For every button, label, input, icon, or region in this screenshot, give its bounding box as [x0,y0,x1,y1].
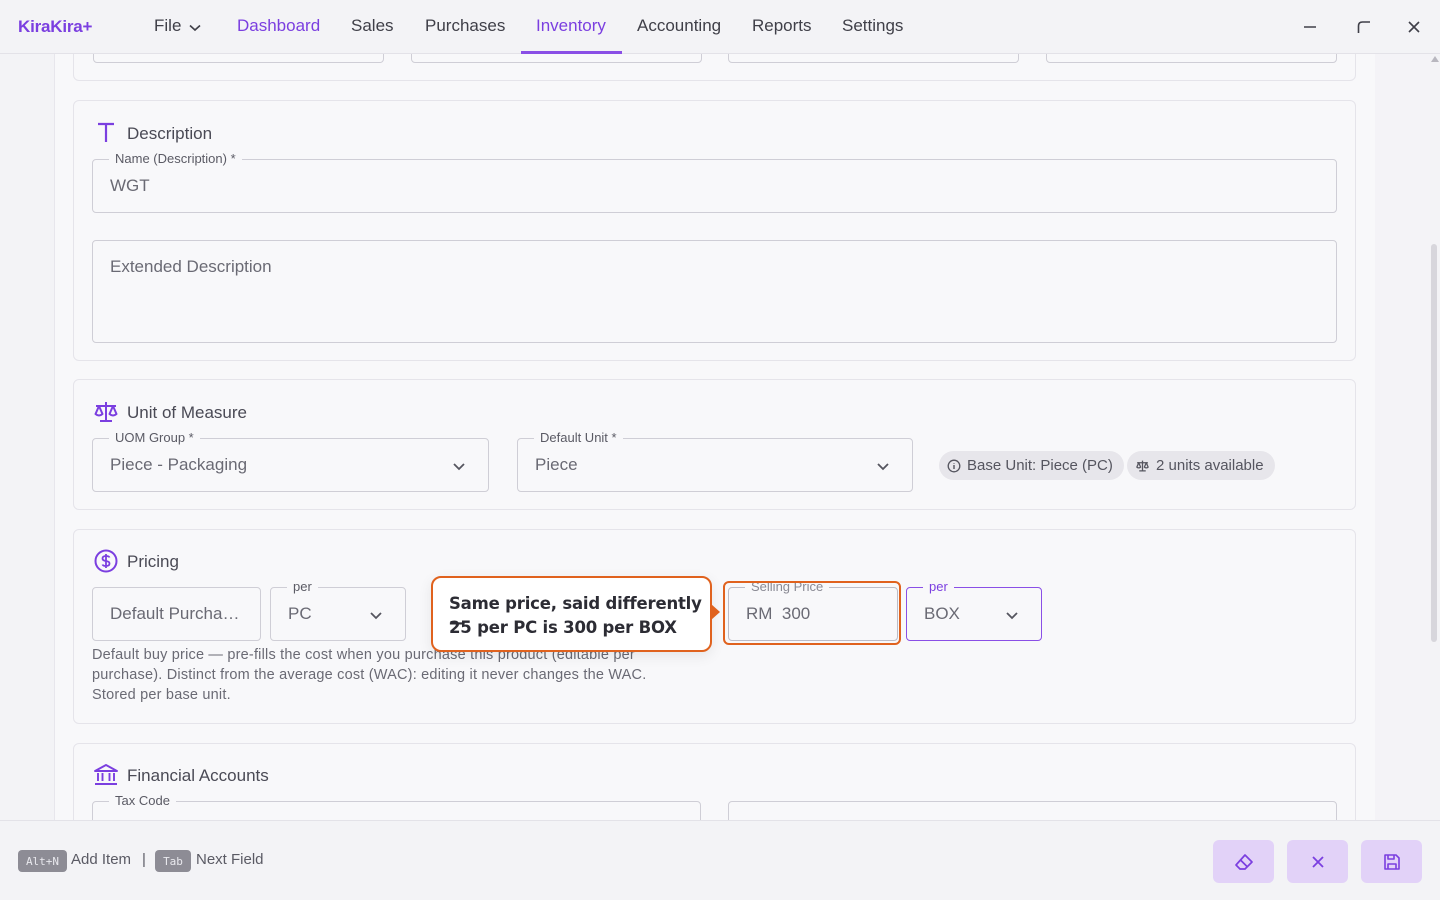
selling-price-highlight [723,581,901,645]
default-unit-label: Default Unit * [534,430,623,446]
uom-group-value: Piece - Packaging [110,455,248,474]
menu-settings[interactable]: Settings [842,16,903,36]
app-logo: KiraKira+ [18,17,93,36]
clear-form-button[interactable] [1213,840,1274,883]
menu-sales[interactable]: Sales [351,16,394,36]
menu-inventory[interactable]: Inventory [536,16,606,36]
eraser-icon [1234,853,1253,870]
menu-file[interactable]: File [154,16,201,37]
chevron-down-icon [189,17,201,37]
units-available-label: 2 units available [1156,457,1264,474]
default-purchase-price-input[interactable]: Default Purcha… [92,587,261,641]
previous-field-4[interactable] [1046,54,1337,63]
scroll-up-arrow-icon[interactable] [1431,56,1439,62]
menu-file-label: File [154,16,182,35]
financial-accounts-title: Financial Accounts [127,766,269,785]
previous-field-2[interactable] [411,54,702,63]
base-unit-chip: Base Unit: Piece (PC) [939,451,1124,480]
tooltip-line-2: 25 per PC is 300 per BOX [449,618,677,637]
pricing-title: Pricing [127,552,179,571]
top-bar: KiraKira+ File Dashboard Sales Purchases… [0,0,1440,54]
shortcut-next-field-label: Next Field [196,851,264,868]
uom-title: Unit of Measure [127,403,247,422]
scrollbar-thumb[interactable] [1431,244,1437,642]
chevron-down-icon [876,459,890,477]
save-icon [1383,853,1400,870]
text-format-icon [93,119,119,145]
uom-group-select[interactable]: UOM Group * Piece - Packaging [92,430,489,492]
purchase-unit-select[interactable]: per PC [270,579,406,641]
name-description-label: Name (Description) * [109,151,242,167]
maximize-button[interactable] [1351,14,1377,40]
base-unit-chip-label: Base Unit: Piece (PC) [967,457,1113,474]
previous-section-card [73,54,1356,81]
active-tab-indicator [521,51,622,54]
tax-code-label: Tax Code [109,793,176,809]
form-content: Description Name (Description) * WGT Ext… [55,54,1375,820]
units-available-chip: 2 units available [1127,451,1275,480]
purchase-unit-value: PC [288,604,312,623]
purchase-price-helper-text: Default buy price — pre-fills the cost w… [92,647,647,703]
chevron-down-icon [452,459,466,477]
close-icon [1311,855,1324,868]
financial-accounts-card: Financial Accounts Tax Code [73,743,1356,820]
description-card: Description Name (Description) * WGT Ext… [73,100,1356,361]
chevron-down-icon [369,608,383,626]
bottom-bar: Alt+N Add Item | Tab Next Field [0,820,1440,900]
close-icon [1408,21,1420,33]
coach-tooltip: Same price, said differently — 25 per PC… [431,576,712,652]
scale-icon [93,399,119,425]
uom-group-label: UOM Group * [109,430,200,446]
default-unit-select[interactable]: Default Unit * Piece [517,430,913,492]
default-purchase-price-placeholder: Default Purcha… [110,604,240,623]
scale-icon [1136,460,1149,471]
tax-code-select[interactable]: Tax Code [92,793,701,820]
previous-field-3[interactable] [728,54,1019,63]
shortcut-add-item-label: Add Item [71,851,132,868]
name-description-value: WGT [110,176,150,195]
chevron-down-icon [1005,608,1019,626]
tooltip-arrow [711,604,720,620]
extended-description-input[interactable]: Extended Description [92,240,1337,343]
description-title: Description [127,124,213,143]
shortcut-separator: | [142,851,146,868]
shortcut-key-alt-n: Alt+N [18,850,67,872]
previous-field-1[interactable] [93,54,384,63]
shortcut-key-tab: Tab [155,850,191,872]
info-icon [947,459,961,472]
name-description-input[interactable]: Name (Description) * WGT [92,151,1337,213]
selling-unit-value: BOX [924,604,960,623]
close-window-button[interactable] [1401,14,1427,40]
purchase-per-label: per [287,579,318,595]
extended-description-placeholder: Extended Description [110,257,272,276]
dollar-circle-icon [93,548,119,574]
menu-dashboard[interactable]: Dashboard [237,16,320,36]
menu-accounting[interactable]: Accounting [637,16,721,36]
account-select[interactable] [728,801,1337,820]
menu-reports[interactable]: Reports [752,16,812,36]
bank-icon [93,762,119,788]
cancel-button[interactable] [1287,840,1348,883]
default-unit-value: Piece [535,455,578,474]
menu-purchases[interactable]: Purchases [425,16,505,36]
unit-of-measure-card: Unit of Measure UOM Group * Piece - Pack… [73,379,1356,510]
left-gutter [0,54,55,820]
selling-unit-select[interactable]: per BOX [906,579,1042,641]
selling-per-label: per [923,579,954,595]
minimize-button[interactable] [1297,14,1323,40]
save-button[interactable] [1361,840,1422,883]
restore-icon [1357,21,1370,33]
minimize-icon [1304,26,1316,28]
